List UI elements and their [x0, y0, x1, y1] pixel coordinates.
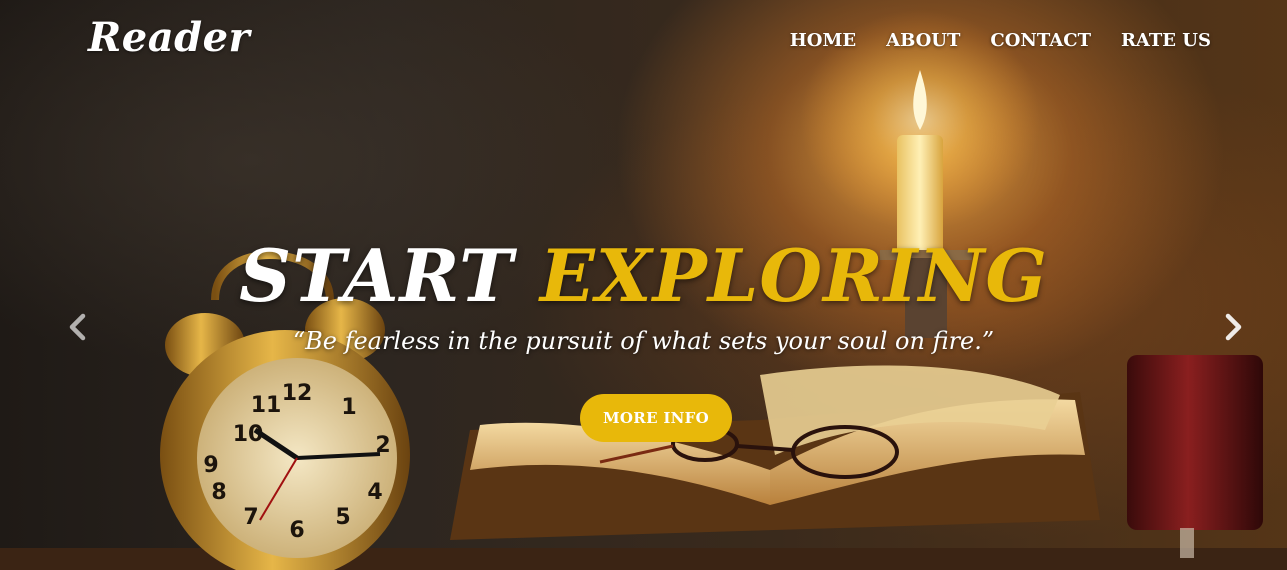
- svg-text:1: 1: [341, 395, 356, 420]
- nav-rate-us-link[interactable]: RATE US: [1121, 30, 1211, 51]
- nav-home-link[interactable]: HOME: [790, 30, 856, 51]
- svg-text:12: 12: [282, 381, 313, 406]
- hero-quote: “Be fearless in the pursuit of what sets…: [292, 327, 995, 356]
- svg-text:5: 5: [335, 505, 350, 530]
- nav-about-link[interactable]: ABOUT: [886, 30, 960, 51]
- hero-headline: START EXPLORING: [0, 236, 1287, 315]
- svg-text:11: 11: [251, 393, 282, 418]
- svg-text:9: 9: [203, 453, 218, 478]
- svg-text:8: 8: [211, 480, 226, 505]
- svg-text:4: 4: [367, 480, 382, 505]
- more-info-button[interactable]: MORE INFO: [580, 394, 732, 442]
- svg-text:7: 7: [243, 505, 258, 530]
- brand-logo[interactable]: Reader: [88, 14, 250, 61]
- hero-carousel: 12 1 2 4 5 6 7 8 9 10 11 Reader HOME ABO…: [0, 0, 1287, 570]
- headline-word-exploring: EXPLORING: [539, 233, 1048, 318]
- main-nav: HOME ABOUT CONTACT RATE US: [790, 30, 1211, 51]
- svg-text:6: 6: [289, 518, 304, 543]
- hero-caption: START EXPLORING “Be fearless in the purs…: [0, 236, 1287, 355]
- headline-word-start: START: [239, 233, 514, 318]
- nav-contact-link[interactable]: CONTACT: [990, 30, 1091, 51]
